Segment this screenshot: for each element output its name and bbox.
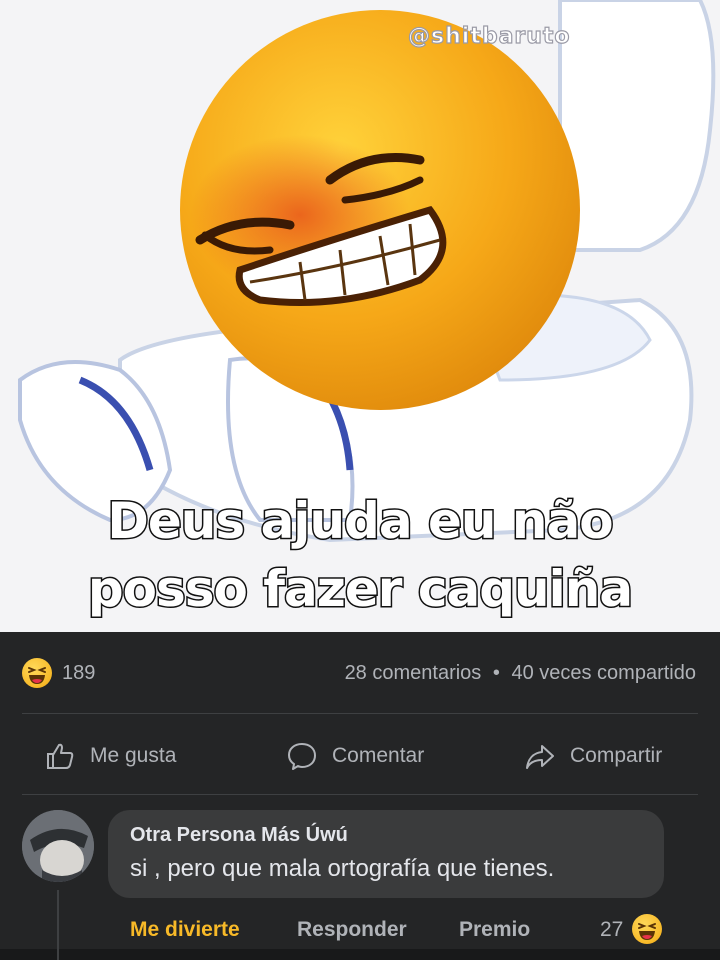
comments-count-link[interactable]: 28 comentarios bbox=[345, 662, 482, 684]
actions-divider bbox=[22, 794, 698, 795]
like-label: Me gusta bbox=[90, 744, 177, 767]
speech-bubble-icon bbox=[288, 743, 316, 770]
thumbs-up-icon bbox=[47, 743, 74, 769]
commenter-avatar[interactable] bbox=[22, 810, 94, 882]
comment-actions: Me divierte Responder Premio 27 bbox=[130, 914, 690, 946]
share-button[interactable]: Compartir bbox=[524, 738, 662, 774]
watermark: @shitbaruto bbox=[407, 23, 571, 49]
meme-caption-line-2: posso fazer caquiña bbox=[86, 559, 634, 620]
comment-text: si , pero que mala ortografía que tienes… bbox=[130, 855, 555, 882]
separator-dot: • bbox=[492, 662, 500, 684]
post-footer: 189 28 comentarios • 40 veces compartido… bbox=[0, 632, 720, 960]
reply-button[interactable]: Responder bbox=[297, 918, 407, 942]
comment-reaction-count: 27 bbox=[600, 918, 624, 941]
comment-label: Comentar bbox=[332, 744, 425, 767]
stats-divider bbox=[22, 713, 698, 714]
post-image[interactable]: @shitbaruto Deus ajuda eu não posso faze… bbox=[0, 0, 720, 632]
engagement-summary: 28 comentarios • 40 veces compartido bbox=[345, 662, 696, 685]
comment-author[interactable]: Otra Persona Más Úwú bbox=[130, 824, 348, 847]
share-label: Compartir bbox=[570, 744, 663, 767]
comment-bubble: Otra Persona Más Úwú si , pero que mala … bbox=[108, 810, 664, 898]
reaction-count: 189 bbox=[62, 662, 96, 684]
laughing-emoji-icon bbox=[22, 658, 52, 688]
comment-reaction-button[interactable]: Me divierte bbox=[130, 918, 240, 942]
comment-button[interactable]: Comentar bbox=[286, 738, 424, 774]
share-arrow-icon bbox=[526, 745, 554, 769]
award-button[interactable]: Premio bbox=[459, 918, 530, 942]
like-button[interactable]: Me gusta bbox=[44, 738, 176, 774]
shares-count-link[interactable]: 40 veces compartido bbox=[511, 662, 696, 684]
laughing-emoji-icon[interactable] bbox=[632, 914, 662, 944]
reply-thread-line bbox=[57, 890, 59, 960]
post-action-bar: Me gusta Comentar Compartir bbox=[0, 728, 720, 784]
post-stats: 189 28 comentarios • 40 veces compartido bbox=[22, 658, 696, 688]
meme-caption-line-1: Deus ajuda eu não bbox=[106, 491, 615, 552]
